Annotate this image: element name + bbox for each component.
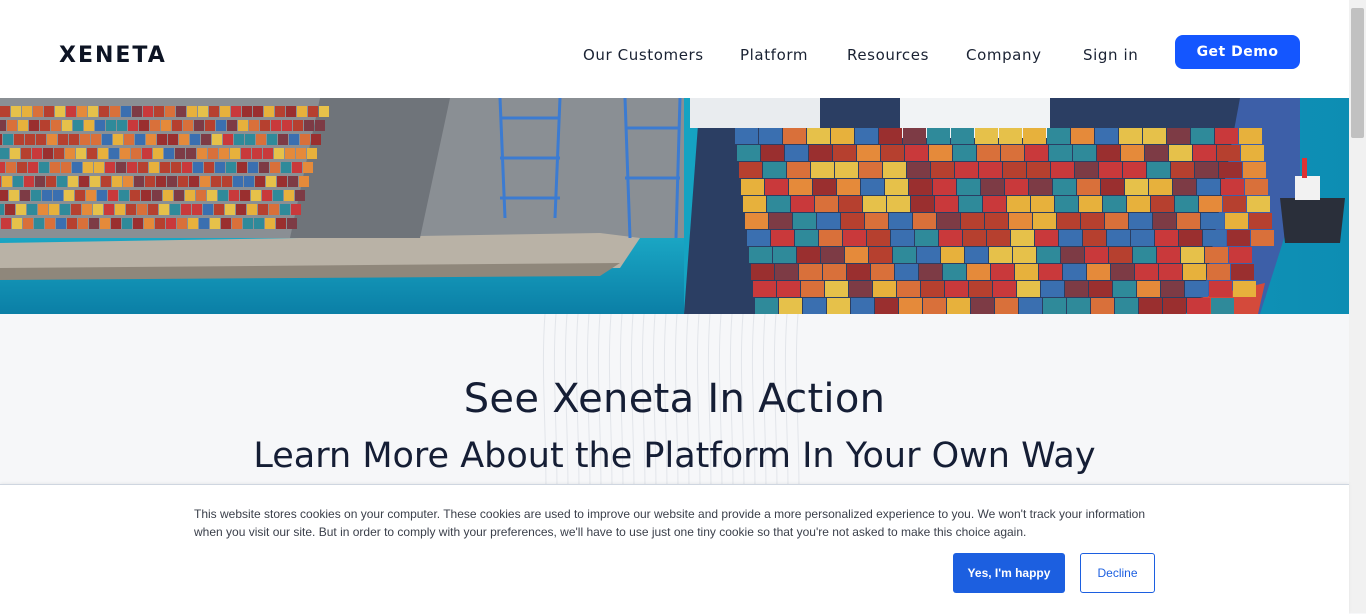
nav-platform[interactable]: Platform xyxy=(740,45,808,65)
accept-cookies-button[interactable]: Yes, I'm happy xyxy=(953,553,1065,593)
page-subtitle: Learn More About the Platform In Your Ow… xyxy=(253,436,1096,476)
site-header: XENETA Our Customers Platform Resources … xyxy=(0,0,1349,98)
get-demo-button[interactable]: Get Demo xyxy=(1175,35,1300,69)
page-title: See Xeneta In Action xyxy=(463,376,886,422)
nav-sign-in[interactable]: Sign in xyxy=(1083,45,1138,65)
scrollbar-thumb[interactable] xyxy=(1351,8,1364,138)
xeneta-logo[interactable]: XENETA xyxy=(59,43,167,69)
port-photo-illustration xyxy=(0,98,1349,314)
nav-resources[interactable]: Resources xyxy=(847,45,929,65)
cookie-message: This website stores cookies on your comp… xyxy=(194,507,1145,539)
hero-image xyxy=(0,98,1349,314)
nav-our-customers[interactable]: Our Customers xyxy=(583,45,704,65)
nav-company[interactable]: Company xyxy=(966,45,1042,65)
decline-cookies-button[interactable]: Decline xyxy=(1080,553,1155,593)
cookie-banner: This website stores cookies on your comp… xyxy=(0,484,1349,614)
